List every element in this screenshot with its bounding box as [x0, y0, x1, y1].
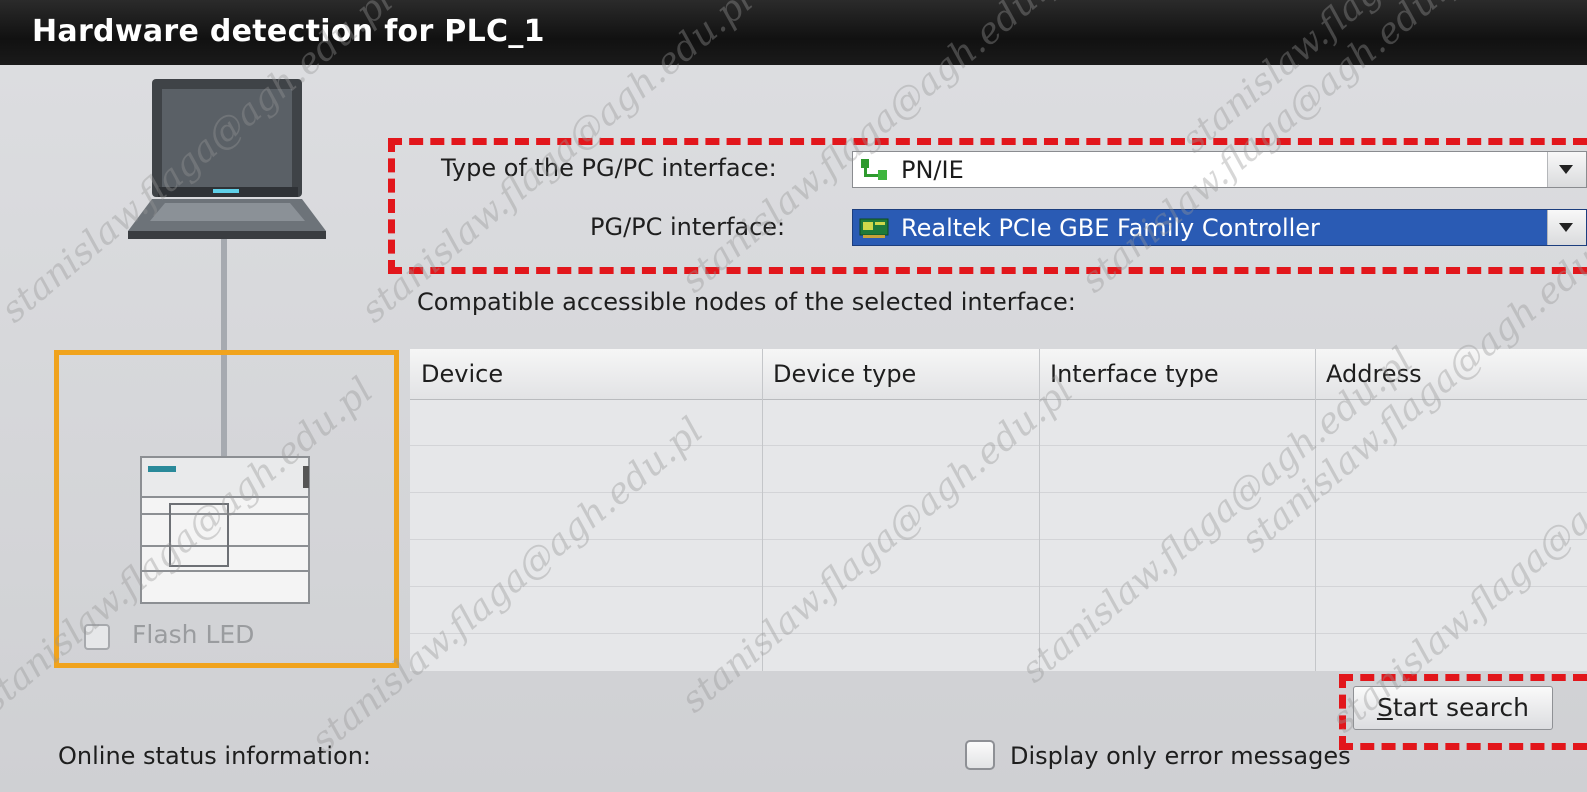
nodes-caption: Compatible accessible nodes of the selec…: [417, 288, 1076, 316]
online-status-label: Online status information:: [58, 742, 372, 770]
nodes-table[interactable]: Device Device type Interface type Addres…: [410, 349, 1587, 671]
column-header-device[interactable]: Device: [421, 360, 503, 388]
dropdown-arrow-icon[interactable]: [1547, 152, 1586, 187]
mnemonic-letter: S: [1376, 693, 1393, 722]
dropdown-arrow-icon[interactable]: [1547, 210, 1586, 245]
table-row[interactable]: [410, 493, 1587, 540]
pgpc-interface-label: PG/PC interface:: [590, 213, 786, 241]
column-header-address[interactable]: Address: [1326, 360, 1422, 388]
start-search-button[interactable]: Start search: [1353, 686, 1553, 730]
table-row[interactable]: [410, 446, 1587, 493]
table-row[interactable]: [410, 540, 1587, 587]
title-bar: Hardware detection for PLC_1: [0, 0, 1587, 65]
ethernet-network-icon: [859, 158, 889, 182]
display-errors-checkbox[interactable]: [965, 740, 995, 770]
column-divider: [1315, 349, 1316, 671]
pgpc-type-dropdown[interactable]: PN/IE: [852, 151, 1587, 188]
display-errors-label: Display only error messages: [1010, 742, 1351, 770]
table-header: Device Device type Interface type Addres…: [410, 349, 1587, 400]
pgpc-interface-dropdown[interactable]: Realtek PCIe GBE Family Controller: [852, 209, 1587, 246]
flash-led-checkbox[interactable]: [84, 624, 110, 650]
pgpc-type-value: PN/IE: [901, 156, 964, 184]
column-header-device-type[interactable]: Device type: [773, 360, 916, 388]
plc-device-icon: [140, 456, 310, 604]
column-divider: [1039, 349, 1040, 671]
pgpc-type-label: Type of the PG/PC interface:: [441, 154, 777, 182]
network-card-icon: [859, 216, 889, 240]
laptop-icon: [125, 75, 330, 247]
pgpc-interface-value: Realtek PCIe GBE Family Controller: [901, 214, 1320, 242]
table-row[interactable]: [410, 399, 1587, 446]
table-row[interactable]: [410, 587, 1587, 634]
column-header-interface-type[interactable]: Interface type: [1050, 360, 1219, 388]
start-search-label: tart search: [1392, 693, 1530, 722]
flash-led-label: Flash LED: [132, 620, 255, 649]
window-title: Hardware detection for PLC_1: [32, 14, 545, 49]
column-divider: [762, 349, 763, 671]
